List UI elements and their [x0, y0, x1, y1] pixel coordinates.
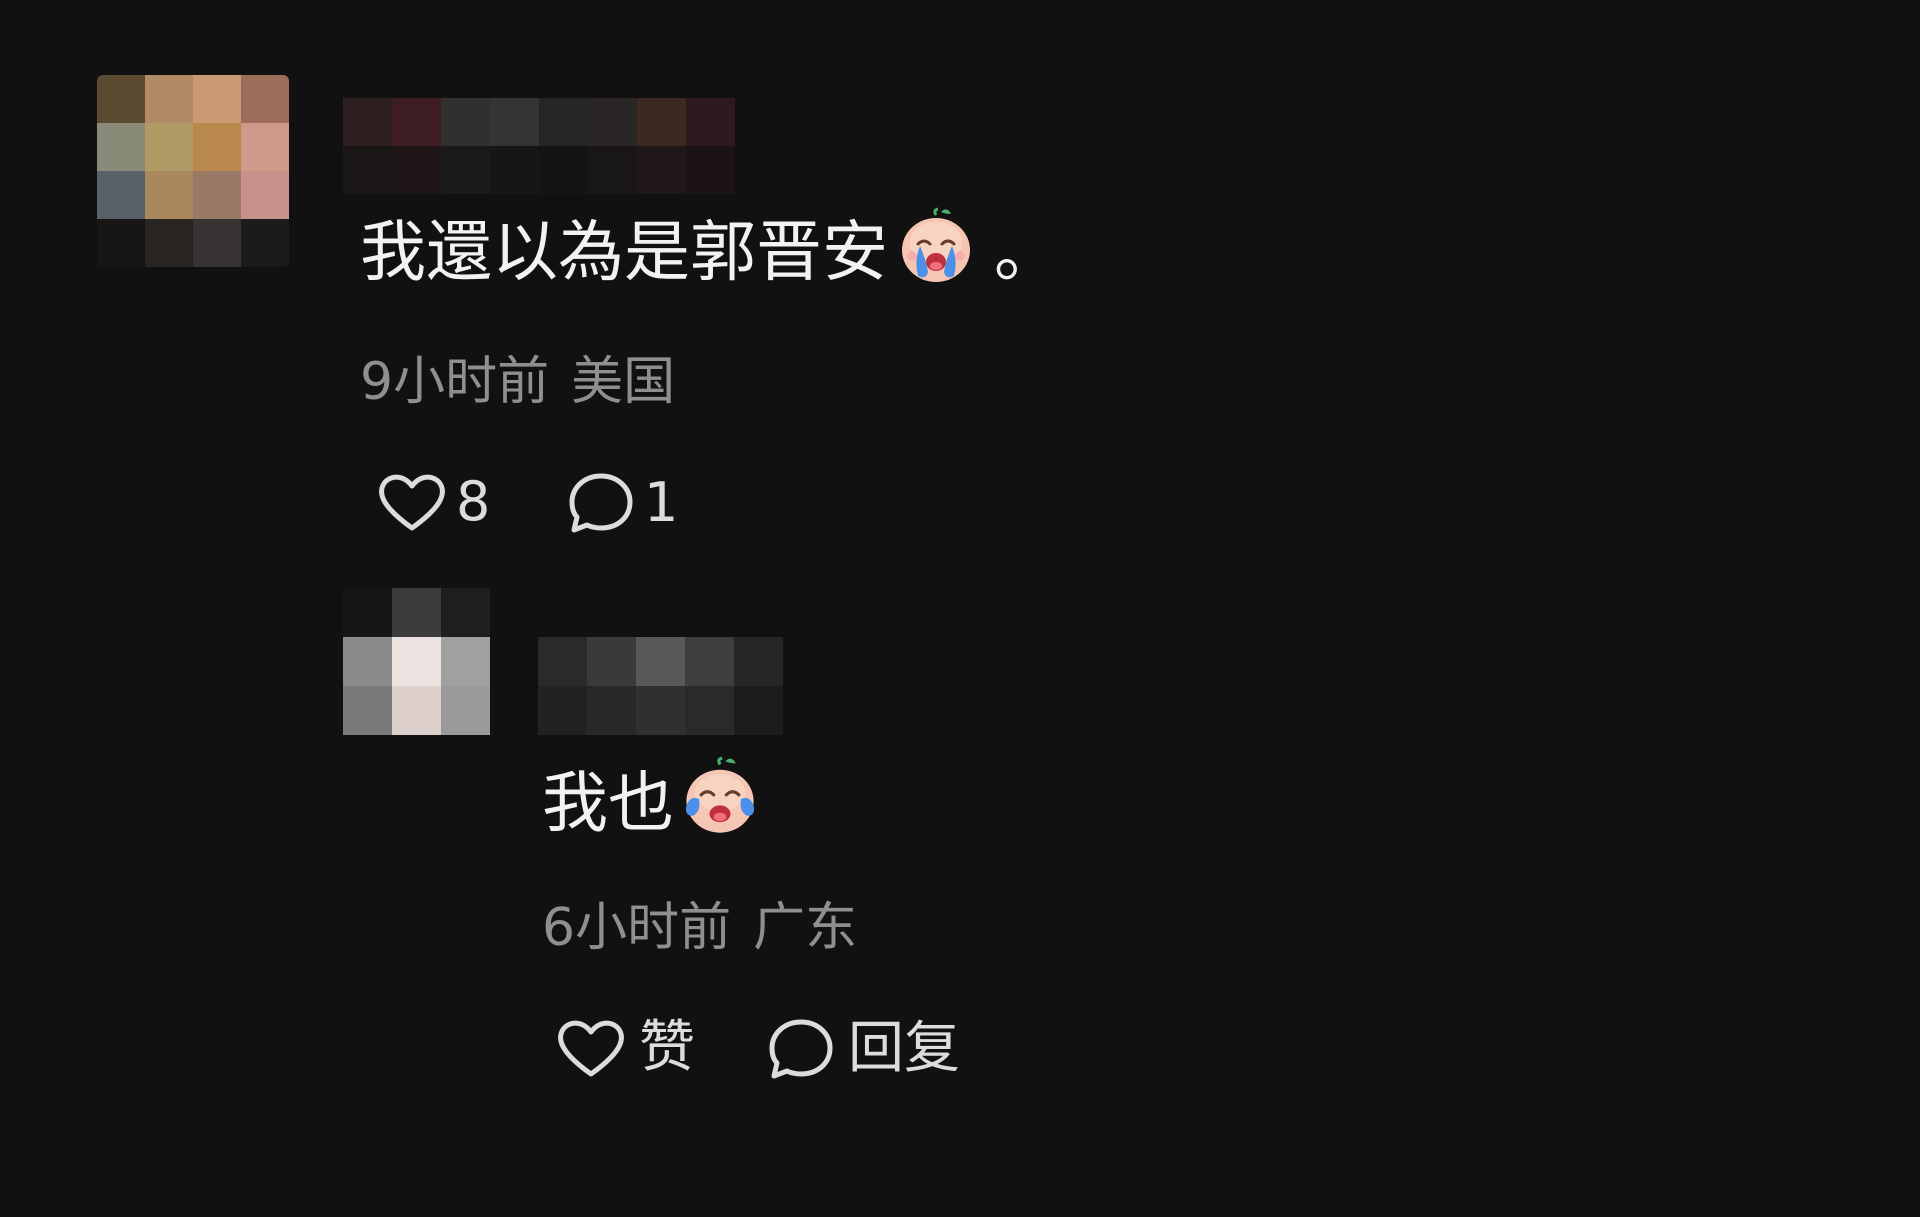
redaction-pixel	[685, 637, 734, 686]
redaction-pixel	[636, 637, 685, 686]
redaction-pixel	[686, 146, 735, 194]
redaction-pixel	[193, 171, 241, 219]
reply-button[interactable]: 1	[566, 470, 678, 536]
reply-button[interactable]: 回复	[766, 1016, 960, 1082]
redaction-pixel	[686, 98, 735, 146]
reply-label: 回复	[848, 1016, 960, 1081]
redaction-pixel	[193, 75, 241, 123]
redaction-pixel	[441, 98, 490, 146]
redaction-pixel	[145, 171, 193, 219]
redaction-pixel	[392, 686, 441, 735]
like-label: 赞	[639, 1015, 695, 1080]
comment-bubble-icon	[566, 470, 636, 536]
comment-text: 我還以為是郭晋安 。	[360, 207, 1060, 297]
redaction-pixel	[241, 171, 289, 219]
reply-meta: 6小时前 广东	[542, 902, 857, 954]
redaction-pixel	[441, 588, 490, 637]
redaction-pixel	[538, 637, 587, 686]
redaction-pixel	[685, 686, 734, 735]
redaction-pixel	[145, 75, 193, 123]
redaction-pixel	[539, 98, 588, 146]
redaction-pixel	[441, 637, 490, 686]
redaction-pixel	[539, 146, 588, 194]
avatar[interactable]	[343, 588, 490, 735]
redaction-pixel	[97, 75, 145, 123]
redaction-pixel	[241, 123, 289, 171]
username-redacted[interactable]	[343, 98, 735, 194]
redaction-pixel	[97, 219, 145, 267]
redaction-pixel	[637, 98, 686, 146]
like-button[interactable]: 8	[376, 470, 490, 534]
redaction-pixel	[193, 219, 241, 267]
redaction-pixel	[587, 686, 636, 735]
redaction-pixel	[490, 146, 539, 194]
redaction-pixel	[392, 98, 441, 146]
crying-baby-emoji-icon	[896, 206, 976, 297]
redaction-pixel	[145, 123, 193, 171]
redaction-pixel	[343, 686, 392, 735]
redaction-pixel	[734, 686, 783, 735]
reply-count: 1	[644, 471, 679, 534]
heart-icon	[555, 1016, 627, 1080]
redaction-pixel	[343, 588, 392, 637]
redaction-pixel	[734, 637, 783, 686]
redaction-pixel	[343, 146, 392, 194]
redaction-pixel	[343, 637, 392, 686]
redaction-pixel	[588, 98, 637, 146]
redaction-pixel	[588, 146, 637, 194]
redaction-pixel	[490, 98, 539, 146]
timestamp: 9小时前	[360, 352, 550, 412]
like-button[interactable]: 赞	[555, 1016, 695, 1080]
location: 美国	[571, 352, 676, 412]
redaction-pixel	[97, 123, 145, 171]
timestamp: 6小时前	[542, 898, 732, 958]
redaction-pixel	[538, 686, 587, 735]
redaction-pixel	[392, 637, 441, 686]
heart-icon	[376, 470, 448, 534]
redaction-pixel	[241, 75, 289, 123]
comment-meta: 9小时前 美国	[360, 356, 675, 408]
avatar[interactable]	[97, 75, 289, 267]
redaction-pixel	[241, 219, 289, 267]
redaction-pixel	[392, 588, 441, 637]
redaction-pixel	[441, 146, 490, 194]
redaction-pixel	[441, 686, 490, 735]
username-redacted[interactable]	[538, 637, 783, 735]
redaction-pixel	[343, 98, 392, 146]
redaction-pixel	[193, 123, 241, 171]
redaction-pixel	[145, 219, 193, 267]
redaction-pixel	[637, 146, 686, 194]
like-count: 8	[456, 470, 491, 533]
location: 广东	[753, 898, 858, 958]
redaction-pixel	[392, 146, 441, 194]
reply-text: 我也	[542, 756, 762, 850]
redaction-pixel	[97, 171, 145, 219]
crying-baby-emoji-icon	[678, 755, 762, 850]
redaction-pixel	[587, 637, 636, 686]
redaction-pixel	[636, 686, 685, 735]
comment-bubble-icon	[766, 1016, 836, 1082]
